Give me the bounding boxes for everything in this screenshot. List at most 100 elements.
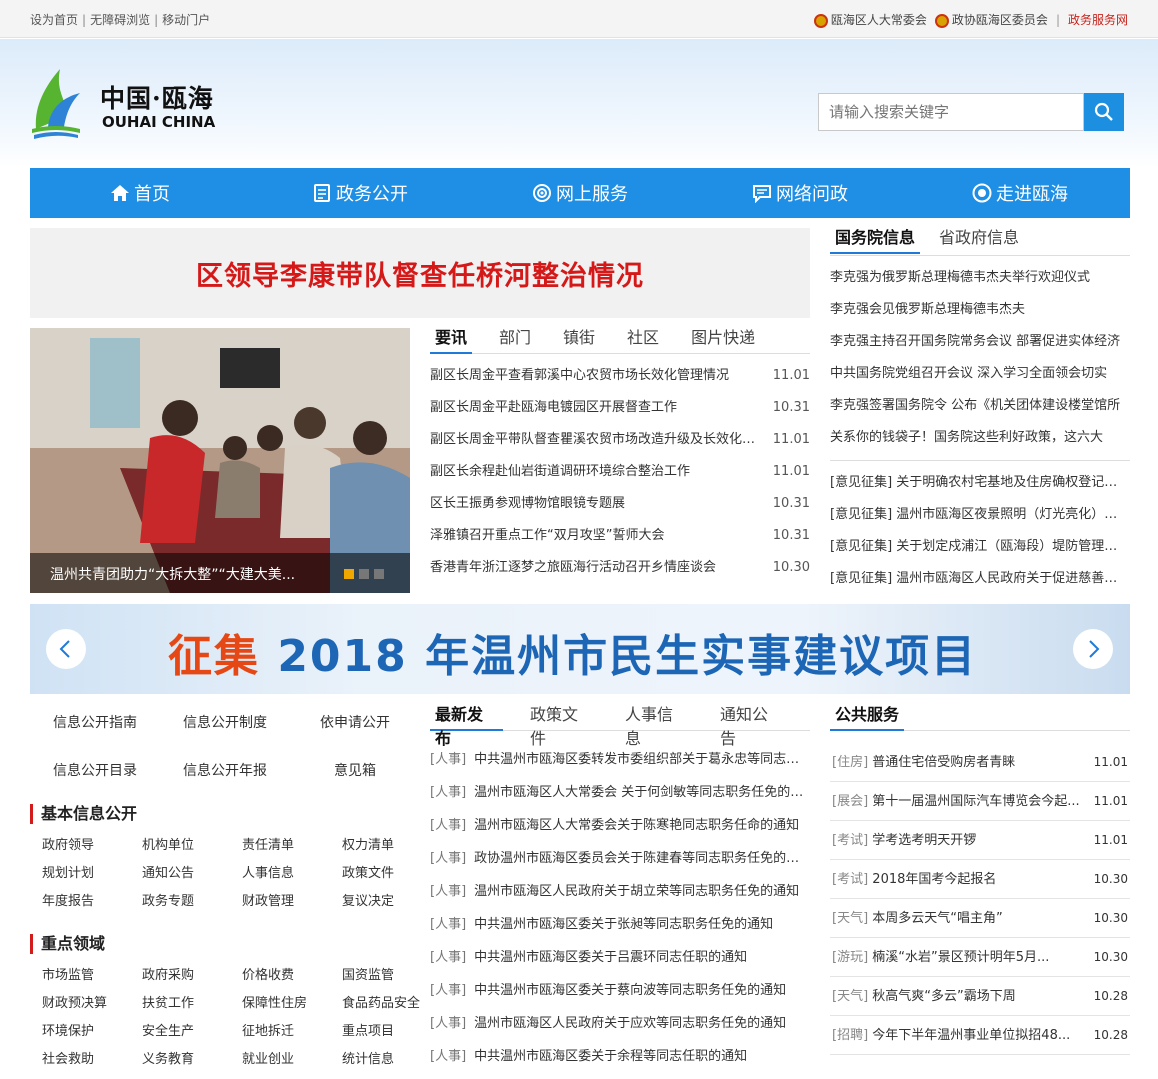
- tab-departments[interactable]: 部门: [494, 324, 536, 354]
- category-link[interactable]: 人事信息: [242, 860, 342, 888]
- promo-banner[interactable]: 征集 2018 年温州市民生实事建议项目: [30, 604, 1130, 694]
- list-item[interactable]: [人事]中共温州市瓯海区委转发市委组织部关于葛永忠等同志职务任免的通知: [430, 743, 810, 776]
- banner-prev-button[interactable]: [46, 629, 86, 669]
- category-link[interactable]: 年度报告: [42, 888, 142, 916]
- category-link[interactable]: 国资监管: [342, 962, 442, 990]
- list-item[interactable]: 副区长周金平赴瓯海电镀园区开展督查工作 10.31: [430, 392, 810, 424]
- list-item[interactable]: 副区长余程赴仙岩街道调研环境综合整治工作 11.01: [430, 456, 810, 488]
- category-link[interactable]: 政府采购: [142, 962, 242, 990]
- tab-policy[interactable]: 政策文件: [525, 701, 598, 748]
- list-item[interactable]: 副区长周金平查看郭溪中心农贸市场长效化管理情况 11.01: [430, 360, 810, 392]
- category-link[interactable]: 政府领导: [42, 832, 142, 860]
- list-item[interactable]: [人事] 温州市瓯海区人民政府关于胡立荣等同志职务任免的通知: [430, 875, 810, 908]
- category-link[interactable]: 环境保护: [42, 1018, 142, 1046]
- site-logo[interactable]: 中国·瓯海 OUHAI CHINA: [30, 63, 230, 143]
- list-item[interactable]: [人事] 温州市瓯海区人民政府关于应欢等同志职务任免的通知: [430, 1007, 810, 1040]
- category-link[interactable]: 规划计划: [42, 860, 142, 888]
- category-link[interactable]: 通知公告: [142, 860, 242, 888]
- photo-slider[interactable]: 温州共青团助力“大拆大整”“大建大美...: [30, 328, 410, 593]
- info-link[interactable]: 意见箱: [290, 752, 420, 800]
- mobile-portal-link[interactable]: 移动门户: [162, 13, 210, 27]
- category-link[interactable]: 市场监管: [42, 962, 142, 990]
- list-item[interactable]: [意见征集] 温州市瓯海区夜景照明（灯光亮化）规划: [830, 499, 1130, 531]
- category-link[interactable]: 食品药品安全: [342, 990, 442, 1018]
- category-link[interactable]: 重点项目: [342, 1018, 442, 1046]
- list-item[interactable]: [人事] 温州市瓯海区人大常委会关于陈寒艳同志职务任命的通知: [430, 809, 810, 842]
- info-link[interactable]: 信息公开指南: [30, 704, 160, 752]
- category-link[interactable]: 就业创业: [242, 1046, 342, 1074]
- tab-community[interactable]: 社区: [622, 324, 664, 354]
- category-link[interactable]: 安全生产: [142, 1018, 242, 1046]
- nav-home[interactable]: 首页: [30, 168, 250, 218]
- banner-next-button[interactable]: [1073, 629, 1113, 669]
- tab-notices[interactable]: 通知公告: [715, 701, 788, 748]
- category-link[interactable]: 财政管理: [242, 888, 342, 916]
- list-item[interactable]: [意见征集] 关于划定戍浦江（瓯海段）堤防管理范围: [830, 531, 1130, 563]
- tab-public-service[interactable]: 公共服务: [830, 701, 905, 731]
- list-item[interactable]: [招聘] 今年下半年温州事业单位拟招48... 10.28: [830, 1016, 1130, 1055]
- list-item[interactable]: 李克强主持召开国务院常务会议 部署促进实体经济: [830, 326, 1130, 358]
- set-home-link[interactable]: 设为首页: [30, 13, 78, 27]
- list-item[interactable]: [展会] 第十一届温州国际汽车博览会今起... 11.01: [830, 782, 1130, 821]
- list-item[interactable]: [游玩] 楠溪“水岩”景区预计明年5月... 10.30: [830, 938, 1130, 977]
- tab-photo-express[interactable]: 图片快递: [686, 324, 760, 354]
- info-link[interactable]: 信息公开制度: [160, 704, 290, 752]
- category-link[interactable]: 征地拆迁: [242, 1018, 342, 1046]
- list-item[interactable]: [天气] 秋高气爽“多云”霸场下周 10.28: [830, 977, 1130, 1016]
- list-item[interactable]: [天气] 本周多云天气“唱主角” 10.30: [830, 899, 1130, 938]
- tab-towns[interactable]: 镇街: [558, 324, 600, 354]
- headline-banner[interactable]: 区领导李康带队督查任桥河整治情况: [30, 228, 810, 318]
- category-link[interactable]: 机构单位: [142, 832, 242, 860]
- list-item[interactable]: [意见征集] 温州市瓯海区人民政府关于促进慈善事业: [830, 563, 1130, 595]
- category-link[interactable]: 权力清单: [342, 832, 442, 860]
- category-link[interactable]: 扶贫工作: [142, 990, 242, 1018]
- category-link[interactable]: 政策文件: [342, 860, 442, 888]
- list-item[interactable]: [人事] 中共温州市瓯海区委关于蔡向波等同志职务任免的通知: [430, 974, 810, 1007]
- list-item[interactable]: 副区长周金平带队督查瞿溪农贸市场改造升级及长效化管理 11.01: [430, 424, 810, 456]
- search-button[interactable]: [1084, 93, 1124, 131]
- list-item[interactable]: 中共国务院党组召开会议 深入学习全面领会切实: [830, 358, 1130, 390]
- slider-dot[interactable]: [344, 569, 354, 579]
- list-item[interactable]: [意见征集] 关于明确农村宅基地及住房确权登记有关: [830, 467, 1130, 499]
- list-item[interactable]: [人事] 中共温州市瓯海区委关于张昶等同志职务任免的通知: [430, 908, 810, 941]
- list-item[interactable]: 香港青年浙江逐梦之旅瓯海行活动召开乡情座谈会 10.30: [430, 552, 810, 584]
- category-link[interactable]: 复议决定: [342, 888, 442, 916]
- nav-online-service[interactable]: 网上服务: [470, 168, 690, 218]
- list-item[interactable]: [人事] 温州市瓯海区人大常委会 关于何剑敏等同志职务任免的通知: [430, 776, 810, 809]
- category-link[interactable]: 统计信息: [342, 1046, 442, 1074]
- category-link[interactable]: 政务专题: [142, 888, 242, 916]
- tab-provincial-gov[interactable]: 省政府信息: [934, 224, 1024, 254]
- tab-personnel[interactable]: 人事信息: [620, 701, 693, 748]
- category-link[interactable]: 责任清单: [242, 832, 342, 860]
- info-link[interactable]: 信息公开年报: [160, 752, 290, 800]
- cppcc-link[interactable]: 政协瓯海区委员会: [934, 11, 1048, 28]
- slider-dot[interactable]: [374, 569, 384, 579]
- list-item[interactable]: 关系你的钱袋子！国务院这些利好政策，这六大: [830, 422, 1130, 454]
- accessibility-link[interactable]: 无障碍浏览: [90, 13, 150, 27]
- gov-service-link[interactable]: 政务服务网: [1068, 11, 1128, 28]
- nav-online-inquiry[interactable]: 网络问政: [690, 168, 910, 218]
- tab-key-news[interactable]: 要讯: [430, 324, 473, 354]
- list-item[interactable]: [人事] 中共温州市瓯海区委关于余程等同志任职的通知: [430, 1040, 810, 1073]
- category-link[interactable]: 社会救助: [42, 1046, 142, 1074]
- category-link[interactable]: 财政预决算: [42, 990, 142, 1018]
- list-item[interactable]: 李克强签署国务院令 公布《机关团体建设楼堂馆所: [830, 390, 1130, 422]
- list-item[interactable]: 区长王振勇参观博物馆眼镜专题展 10.31: [430, 488, 810, 520]
- list-item[interactable]: 李克强会见俄罗斯总理梅德韦杰夫: [830, 294, 1130, 326]
- list-item[interactable]: 李克强为俄罗斯总理梅德韦杰夫举行欢迎仪式: [830, 262, 1130, 294]
- list-item[interactable]: [考试] 2018年国考今起报名 10.30: [830, 860, 1130, 899]
- list-item[interactable]: 泽雅镇召开重点工作“双月攻坚”誓师大会 10.31: [430, 520, 810, 552]
- slider-dot[interactable]: [359, 569, 369, 579]
- nav-about-ouhai[interactable]: 走进瓯海: [910, 168, 1130, 218]
- list-item[interactable]: [人事] 中共温州市瓯海区委关于吕震环同志任职的通知: [430, 941, 810, 974]
- category-link[interactable]: 保障性住房: [242, 990, 342, 1018]
- nav-gov-affairs[interactable]: 政务公开: [250, 168, 470, 218]
- tab-latest[interactable]: 最新发布: [430, 701, 503, 748]
- search-input[interactable]: [818, 93, 1084, 131]
- npc-link[interactable]: 瓯海区人大常委会: [813, 11, 927, 28]
- info-link[interactable]: 依申请公开: [290, 704, 420, 752]
- category-link[interactable]: 义务教育: [142, 1046, 242, 1074]
- tab-state-council[interactable]: 国务院信息: [830, 224, 921, 254]
- category-link[interactable]: 价格收费: [242, 962, 342, 990]
- list-item[interactable]: [考试] 学考选考明天开锣 11.01: [830, 821, 1130, 860]
